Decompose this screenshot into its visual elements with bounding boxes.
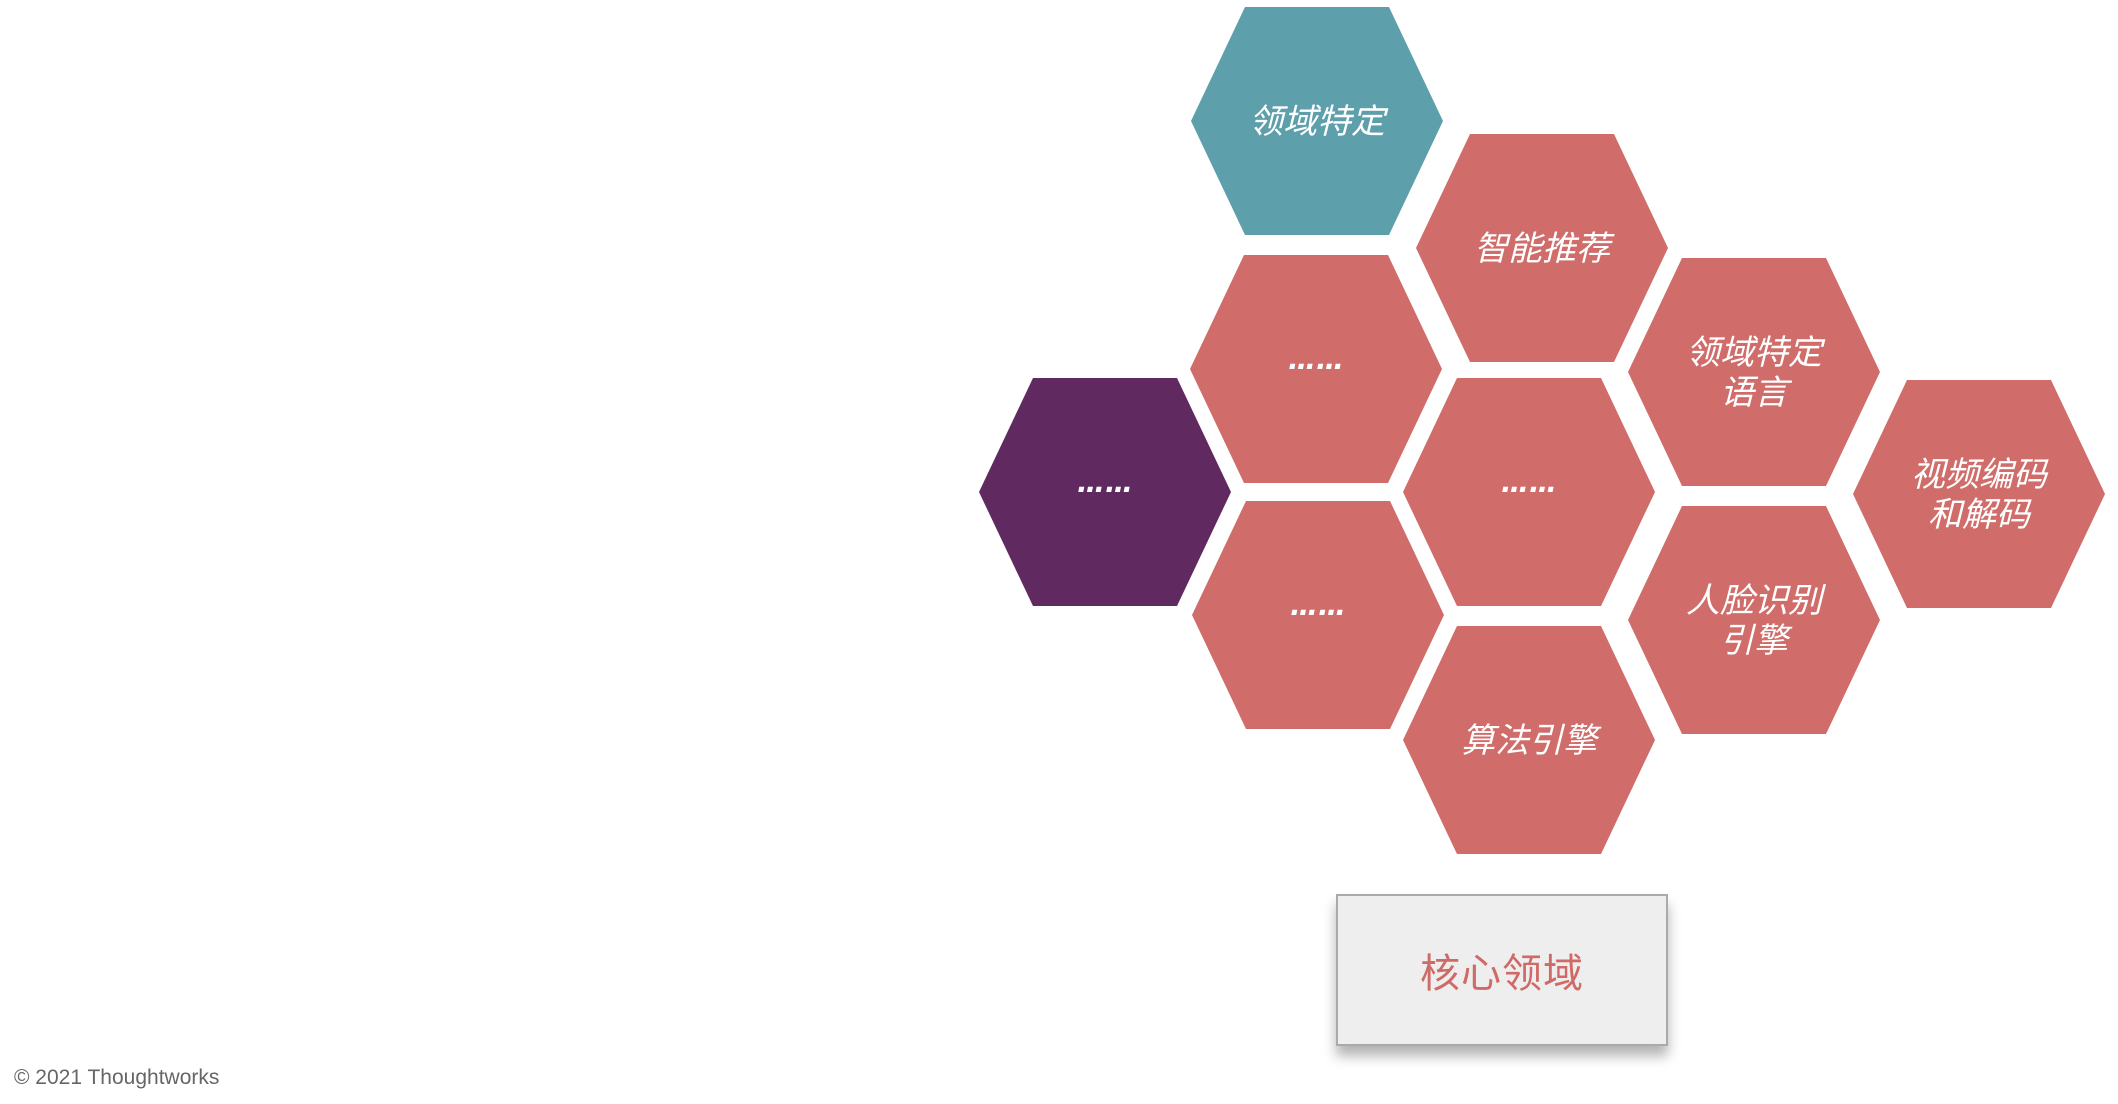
hexagon-smart-recommendation: 智能推荐 bbox=[1416, 134, 1668, 362]
hexagon-face-recognition: 人脸识别引擎 bbox=[1628, 506, 1880, 734]
hexagon-label: 语言 bbox=[1720, 373, 1793, 413]
hexagon-algorithm-engine: 算法引擎 bbox=[1403, 626, 1655, 854]
hexagon-label: 视频编码 bbox=[1911, 455, 2049, 495]
hexagon-ellipsis-upper: …… bbox=[1190, 255, 1442, 483]
hexagon-label: 领域特定 bbox=[1686, 333, 1826, 373]
hexagon-label: …… bbox=[1290, 589, 1346, 622]
core-domain-label: 核心领域 bbox=[1420, 951, 1584, 997]
hexagon-video-codec: 视频编码和解码 bbox=[1853, 380, 2105, 608]
hexagon-label: 领域特定 bbox=[1249, 102, 1389, 142]
hexagon-label: 引擎 bbox=[1720, 621, 1793, 661]
copyright-text: © 2021 Thoughtworks bbox=[14, 1066, 220, 1089]
hexagon-diagram: 领域特定智能推荐…… 领域特定语言………… 视频编码和解码…… 人脸识别引擎算法引擎 bbox=[979, 7, 2105, 854]
hexagon-label: …… bbox=[1077, 466, 1133, 499]
core-domain-box: 核心领域 bbox=[1336, 894, 1668, 1046]
hexagon-label: …… bbox=[1288, 343, 1344, 376]
hexagon-dsl: 领域特定语言 bbox=[1628, 258, 1880, 486]
hexagon-ellipsis-center: …… bbox=[1403, 378, 1655, 606]
hexagon-label: …… bbox=[1501, 466, 1557, 499]
hexagon-label: 人脸识别 bbox=[1686, 581, 1827, 621]
hexagon-domain-specific: 领域特定 bbox=[1191, 7, 1443, 235]
hexagon-ellipsis-left: …… bbox=[979, 378, 1231, 606]
hexagon-label: 智能推荐 bbox=[1474, 229, 1615, 269]
hexagon-label: 和解码 bbox=[1928, 495, 2032, 535]
hexagon-ellipsis-lower: …… bbox=[1192, 501, 1444, 729]
hexagon-label: 算法引擎 bbox=[1461, 721, 1602, 761]
